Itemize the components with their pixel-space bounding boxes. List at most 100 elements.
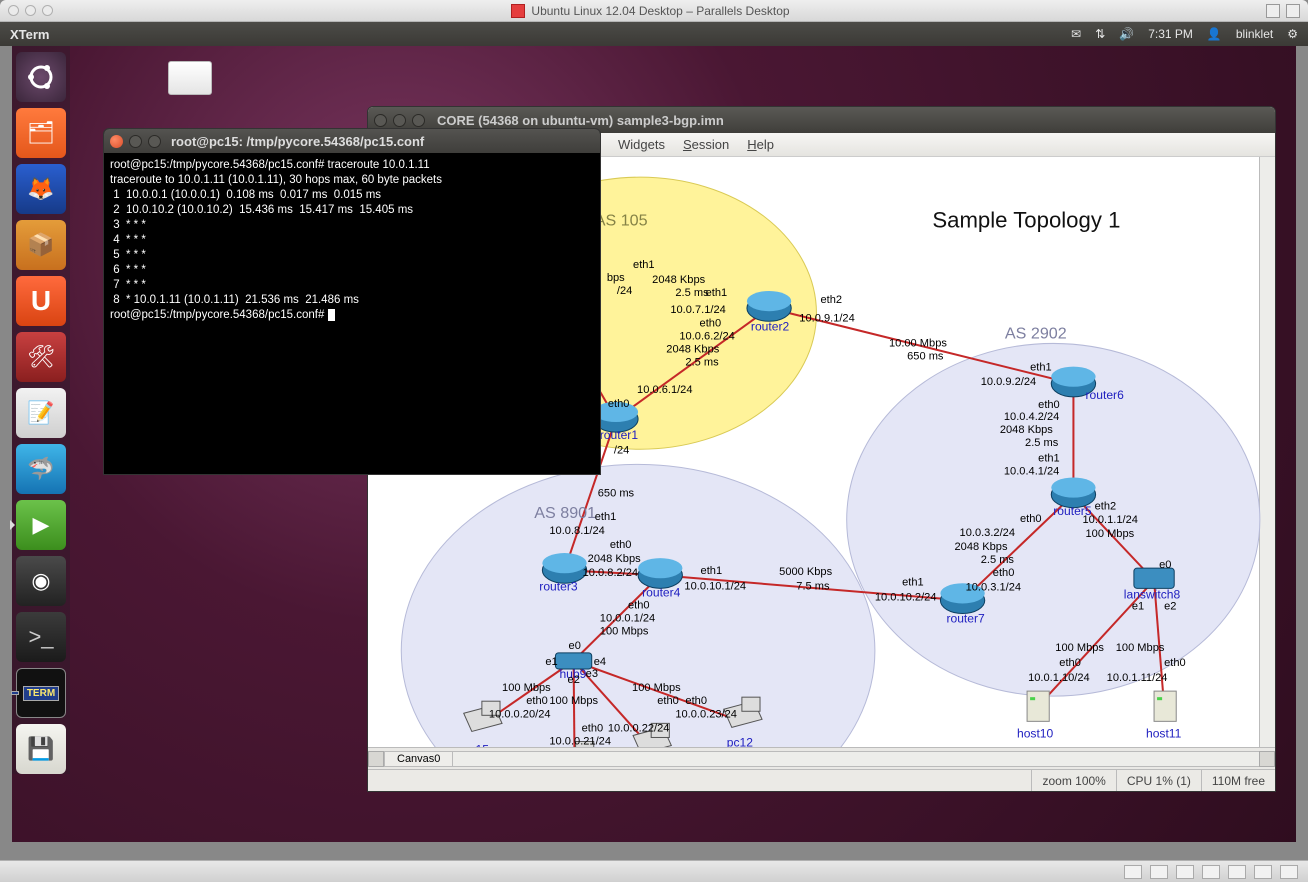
svg-text:10.0.0.20/24: 10.0.0.20/24: [489, 708, 551, 720]
svg-text:10.0.0.1/24: 10.0.0.1/24: [600, 613, 655, 625]
xterm-close-button[interactable]: [110, 135, 123, 148]
parallels-device-icon[interactable]: [1202, 865, 1220, 879]
app-dark-icon[interactable]: ◉: [16, 556, 66, 606]
xterm-window: root@pc15: /tmp/pycore.54368/pc15.conf r…: [103, 128, 601, 475]
xterm-line: 7 * * *: [110, 279, 146, 291]
parallels-icon: [511, 4, 525, 18]
xterm-line: root@pc15:/tmp/pycore.54368/pc15.conf# t…: [110, 159, 430, 171]
svg-text:eth1: eth1: [706, 287, 728, 299]
xterm-maximize-button[interactable]: [148, 135, 161, 148]
svg-text:eth0: eth0: [610, 539, 632, 551]
text-editor-icon[interactable]: 📝: [16, 388, 66, 438]
core-close-button[interactable]: [374, 114, 387, 127]
core-launcher-icon[interactable]: ▶: [16, 500, 66, 550]
mac-fullscreen-button[interactable]: [1286, 4, 1300, 18]
svg-text:2048 Kbps: 2048 Kbps: [1000, 424, 1053, 436]
svg-text:AS 105: AS 105: [595, 212, 648, 230]
panel-clock[interactable]: 7:31 PM: [1148, 27, 1193, 41]
xterm-line: 2 10.0.10.2 (10.0.10.2) 15.436 ms 15.417…: [110, 204, 413, 216]
svg-text:2.5 ms: 2.5 ms: [675, 287, 709, 299]
router4-node[interactable]: [638, 558, 682, 588]
dash-home-icon[interactable]: [16, 52, 66, 102]
svg-text:10.0.0.21/24: 10.0.0.21/24: [549, 736, 611, 747]
lanswitch8-node[interactable]: [1134, 568, 1174, 588]
svg-text:bps: bps: [607, 272, 625, 284]
svg-text:eth0: eth0: [657, 695, 679, 707]
xterm-launcher-icon[interactable]: TERM: [16, 668, 66, 718]
mail-indicator-icon[interactable]: ✉: [1071, 27, 1081, 41]
svg-text:10.0.6.2/24: 10.0.6.2/24: [679, 330, 734, 342]
host11-node[interactable]: [1154, 691, 1176, 721]
router2-node[interactable]: [747, 291, 791, 321]
svg-text:10.0.10.1/24: 10.0.10.1/24: [684, 580, 746, 592]
parallels-device-icon[interactable]: [1176, 865, 1194, 879]
firefox-icon[interactable]: 🦊: [16, 164, 66, 214]
hscroll-right-button[interactable]: [1259, 751, 1275, 767]
svg-text:eth0: eth0: [526, 695, 548, 707]
as-2902-region: [847, 343, 1260, 696]
svg-text:10.0.4.2/24: 10.0.4.2/24: [1004, 411, 1059, 423]
svg-text:/24: /24: [617, 285, 632, 297]
svg-text:eth1: eth1: [633, 259, 655, 271]
wireshark-icon[interactable]: 🦈: [16, 444, 66, 494]
svg-text:router6: router6: [1086, 388, 1125, 402]
svg-text:5000 Kbps: 5000 Kbps: [779, 566, 832, 578]
xterm-line: traceroute to 10.0.1.11 (10.0.1.11), 30 …: [110, 174, 442, 186]
host10-node[interactable]: [1027, 691, 1049, 721]
svg-text:2048 Kbps: 2048 Kbps: [955, 541, 1008, 553]
mac-toolbar-button[interactable]: [1266, 4, 1280, 18]
parallels-device-icon[interactable]: [1280, 865, 1298, 879]
ubuntu-one-icon[interactable]: U: [16, 276, 66, 326]
mac-minimize-button[interactable]: [25, 5, 36, 16]
xterm-line: root@pc15:/tmp/pycore.54368/pc15.conf#: [110, 309, 328, 321]
svg-text:650 ms: 650 ms: [598, 488, 635, 500]
parallels-device-icon[interactable]: [1254, 865, 1272, 879]
menu-widgets[interactable]: Widgets: [618, 137, 665, 152]
canvas-tab[interactable]: Canvas0: [384, 751, 453, 767]
core-minimize-button[interactable]: [393, 114, 406, 127]
ubuntu-desktop[interactable]: CORE (54368 on ubuntu-vm) sample3-bgp.im…: [12, 46, 1296, 842]
menu-session[interactable]: Session: [683, 137, 729, 152]
parallels-device-icon[interactable]: [1150, 865, 1168, 879]
svg-text:eth2: eth2: [820, 294, 842, 306]
svg-text:router2: router2: [751, 319, 790, 333]
nautilus-icon[interactable]: 🗂: [16, 108, 66, 158]
svg-text:router7: router7: [946, 612, 985, 626]
svg-text:10.0.3.2/24: 10.0.3.2/24: [960, 527, 1015, 539]
svg-text:10.0.7.1/24: 10.0.7.1/24: [670, 304, 725, 316]
parallels-device-icon[interactable]: [1228, 865, 1246, 879]
svg-text:100 Mbps: 100 Mbps: [502, 682, 551, 694]
panel-username[interactable]: blinklet: [1236, 27, 1273, 41]
network-indicator-icon[interactable]: ⇅: [1095, 27, 1105, 41]
xterm-body[interactable]: root@pc15:/tmp/pycore.54368/pc15.conf# t…: [104, 153, 600, 326]
svg-text:eth0: eth0: [1164, 657, 1186, 669]
system-gear-icon[interactable]: ⚙: [1287, 27, 1298, 41]
sound-indicator-icon[interactable]: 🔊: [1119, 27, 1134, 41]
svg-text:AS 8901: AS 8901: [534, 504, 596, 522]
desktop-folder-icon[interactable]: [162, 61, 218, 109]
svg-text:e0: e0: [1159, 559, 1171, 571]
svg-text:AS 2902: AS 2902: [1005, 324, 1067, 342]
svg-text:10.0.3.1/24: 10.0.3.1/24: [966, 581, 1021, 593]
svg-text:eth1: eth1: [595, 511, 617, 523]
parallels-device-icon[interactable]: [1124, 865, 1142, 879]
drive-icon[interactable]: 💾: [16, 724, 66, 774]
mac-zoom-button[interactable]: [42, 5, 53, 16]
svg-text:2.5 ms: 2.5 ms: [685, 357, 719, 369]
system-settings-icon[interactable]: 🛠: [16, 332, 66, 382]
hscroll-track[interactable]: [453, 751, 1259, 767]
core-window-title: CORE (54368 on ubuntu-vm) sample3-bgp.im…: [437, 113, 724, 128]
core-maximize-button[interactable]: [412, 114, 425, 127]
hscroll-left-button[interactable]: [368, 751, 384, 767]
terminal-icon[interactable]: >_: [16, 612, 66, 662]
xterm-minimize-button[interactable]: [129, 135, 142, 148]
menu-help[interactable]: Help: [747, 137, 774, 152]
core-hscroll-row: Canvas0: [368, 747, 1275, 769]
xterm-titlebar[interactable]: root@pc15: /tmp/pycore.54368/pc15.conf: [104, 129, 600, 153]
user-icon: 👤: [1207, 27, 1222, 41]
mac-close-button[interactable]: [8, 5, 19, 16]
svg-text:100 Mbps: 100 Mbps: [549, 695, 598, 707]
svg-text:lanswitch8: lanswitch8: [1124, 587, 1181, 601]
svg-text:2.5 ms: 2.5 ms: [981, 554, 1015, 566]
software-updater-icon[interactable]: 📦: [16, 220, 66, 270]
